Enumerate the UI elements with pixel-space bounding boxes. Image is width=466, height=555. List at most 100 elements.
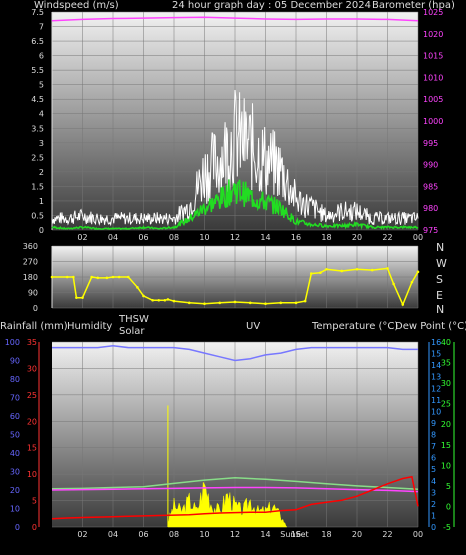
wind-direction-point <box>218 301 222 305</box>
rain-tick-label: 20 <box>27 417 37 426</box>
x-tick-label: 18 <box>321 530 331 539</box>
wind-direction-point <box>416 270 420 274</box>
temperature-tick-label: 40 <box>441 338 451 347</box>
uv-tick-label: 16 <box>431 338 441 347</box>
y2-tick-label: 1015 <box>423 52 443 61</box>
wind-direction-point <box>96 276 100 280</box>
x-tick-label: 00 <box>413 530 423 539</box>
wind-direction-point <box>303 299 307 303</box>
uv-tick-label: 4 <box>431 477 436 486</box>
y-tick-label: 6 <box>39 52 44 61</box>
humidity-tick-label: 20 <box>10 486 20 495</box>
humidity-tick-label: 90 <box>10 357 20 366</box>
wind-direction-point <box>75 296 78 299</box>
wind-direction-point <box>163 298 167 302</box>
y-tick-label: 5 <box>39 81 44 90</box>
humidity-tick-label: 50 <box>10 431 20 440</box>
compass-w: W <box>436 257 447 270</box>
temperature-tick-label: 5 <box>446 482 451 491</box>
uv-tick-label: 8 <box>431 431 436 440</box>
wind-direction-point <box>50 275 54 279</box>
wind-direction-point <box>248 301 252 305</box>
wind-direction-point <box>264 302 267 305</box>
uv-tick-label: 13 <box>431 373 441 382</box>
uv-tick-label: 11 <box>431 396 441 405</box>
wind-direction-point <box>401 303 405 306</box>
y2-tick-label: 1010 <box>423 73 443 82</box>
y2-tick-label: 985 <box>423 182 438 191</box>
humidity-tick-label: 40 <box>10 449 20 458</box>
uv-tick-label: 1 <box>431 511 436 520</box>
wind-direction-point <box>370 268 374 272</box>
compass-s: S <box>436 273 443 286</box>
uv-tick-label: 14 <box>431 361 441 370</box>
compass-n-top: N <box>436 241 445 254</box>
temperature-tick-label: 30 <box>441 379 451 388</box>
humidity-tick-label: 10 <box>10 505 20 514</box>
uv-tick-label: 6 <box>431 454 436 463</box>
y-tick-label: 2 <box>39 168 44 177</box>
y2-tick-label: 990 <box>423 161 438 170</box>
rain-tick-label: 5 <box>32 497 37 506</box>
y2-tick-label: 975 <box>423 226 438 235</box>
uv-tick-label: 15 <box>431 350 441 359</box>
y-tick-label: 180 <box>23 273 38 282</box>
y2-tick-label: 1025 <box>423 8 443 17</box>
temperature-tick-label: 10 <box>441 461 451 470</box>
wind-direction-point <box>117 275 121 279</box>
wind-direction-panel: 0 90 180 270 360 N W S E N <box>0 240 466 316</box>
y2-tick-label: 1005 <box>423 95 443 104</box>
humidity-tick-label: 100 <box>5 338 20 347</box>
y-tick-label: 0 <box>39 226 44 235</box>
x-tick-label: 02 <box>77 530 87 539</box>
rain-tick-label: 25 <box>27 391 37 400</box>
rain-tick-label: 0 <box>32 523 37 532</box>
uv-tick-label: 12 <box>431 384 441 393</box>
wind-direction-point <box>392 282 395 286</box>
wind-direction-point <box>166 298 170 301</box>
wind-direction-point <box>309 272 313 275</box>
wind-direction-point <box>126 275 130 279</box>
wind-direction-point <box>319 271 322 274</box>
wind-direction-point <box>151 298 154 302</box>
x-tick-label: 22 <box>382 530 392 539</box>
y-tick-label: 3 <box>39 139 44 148</box>
wind-direction-point <box>65 275 69 279</box>
temperature-tick-label: -5 <box>443 523 451 532</box>
x-tick-label: 20 <box>352 530 362 539</box>
y-tick-label: 0.5 <box>31 211 44 220</box>
uv-tick-label: 0 <box>431 523 436 532</box>
y-tick-label: 3.5 <box>31 124 44 133</box>
sunset-label: SunSet <box>280 530 308 539</box>
humidity-tick-label: 80 <box>10 375 20 384</box>
rain-tick-label: 15 <box>27 444 37 453</box>
temperature-tick-label: 15 <box>441 441 451 450</box>
weather-panel: Rainfall (mm) Humidity THSW Solar UV Tem… <box>0 314 466 555</box>
uv-tick-label: 10 <box>431 407 441 416</box>
wind-direction-point <box>325 267 328 271</box>
humidity-tick-label: 70 <box>10 394 20 403</box>
y2-tick-label: 995 <box>423 139 438 148</box>
rain-tick-label: 35 <box>27 338 37 347</box>
y-tick-label: 2.5 <box>31 153 44 162</box>
temperature-tick-label: 0 <box>446 502 451 511</box>
wind-direction-point <box>90 275 93 279</box>
wind-direction-point <box>279 301 283 305</box>
wind-direction-point <box>355 267 359 271</box>
y-tick-label: 360 <box>23 242 38 251</box>
wind-barometer-panel: Windspeed (m/s) 24 hour graph day : 05 D… <box>0 0 466 242</box>
y2-tick-label: 1000 <box>423 117 443 126</box>
y-tick-label: 1 <box>39 197 44 206</box>
y-tick-label: 0 <box>33 304 38 313</box>
y-tick-label: 90 <box>28 289 38 298</box>
uv-tick-label: 2 <box>431 500 436 509</box>
y2-tick-label: 980 <box>423 204 438 213</box>
y2-tick-label: 1020 <box>423 30 443 39</box>
y-tick-label: 270 <box>23 258 38 267</box>
temperature-tick-label: 25 <box>441 400 451 409</box>
temperature-tick-label: 20 <box>441 420 451 429</box>
wind-direction-point <box>187 301 191 305</box>
wind-direction-point <box>410 280 414 284</box>
wind-direction-point <box>72 275 75 279</box>
wind-direction-point <box>340 269 344 273</box>
